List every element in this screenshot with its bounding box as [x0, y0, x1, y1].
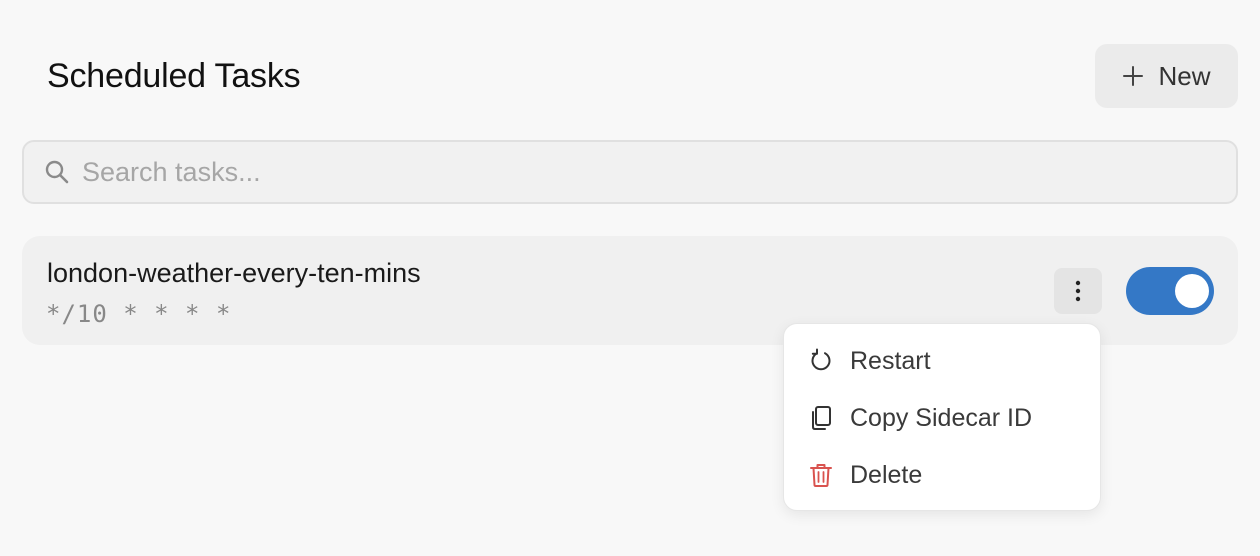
page-title: Scheduled Tasks: [47, 57, 301, 95]
task-name: london-weather-every-ten-mins: [47, 258, 421, 288]
toggle-knob: [1175, 274, 1209, 308]
menu-item-label: Copy Sidecar ID: [850, 403, 1033, 432]
restart-icon: [811, 348, 831, 371]
task-more-button[interactable]: [1054, 268, 1102, 314]
menu-item-restart[interactable]: Restart: [784, 335, 1100, 387]
search-box[interactable]: [22, 140, 1238, 204]
task-enabled-toggle[interactable]: [1126, 267, 1214, 315]
plus-icon: [1123, 66, 1144, 86]
trash-icon: [810, 464, 832, 487]
menu-item-delete[interactable]: Delete: [784, 449, 1100, 501]
search-input[interactable]: [82, 156, 1236, 188]
new-task-button[interactable]: New: [1095, 44, 1238, 108]
more-vertical-icon: [1075, 280, 1081, 302]
scheduled-tasks-page: Scheduled Tasks New london-weather-every…: [0, 0, 1260, 556]
task-context-menu: Restart Copy Sidecar ID Delete: [783, 323, 1101, 511]
copy-icon: [812, 406, 831, 430]
search-icon: [45, 160, 69, 184]
menu-item-label: Delete: [850, 460, 923, 489]
menu-item-copy-sidecar-id[interactable]: Copy Sidecar ID: [784, 392, 1100, 444]
task-cron-schedule: */10 * * * *: [46, 300, 232, 328]
new-button-label: New: [1158, 60, 1211, 91]
menu-item-label: Restart: [850, 346, 931, 375]
